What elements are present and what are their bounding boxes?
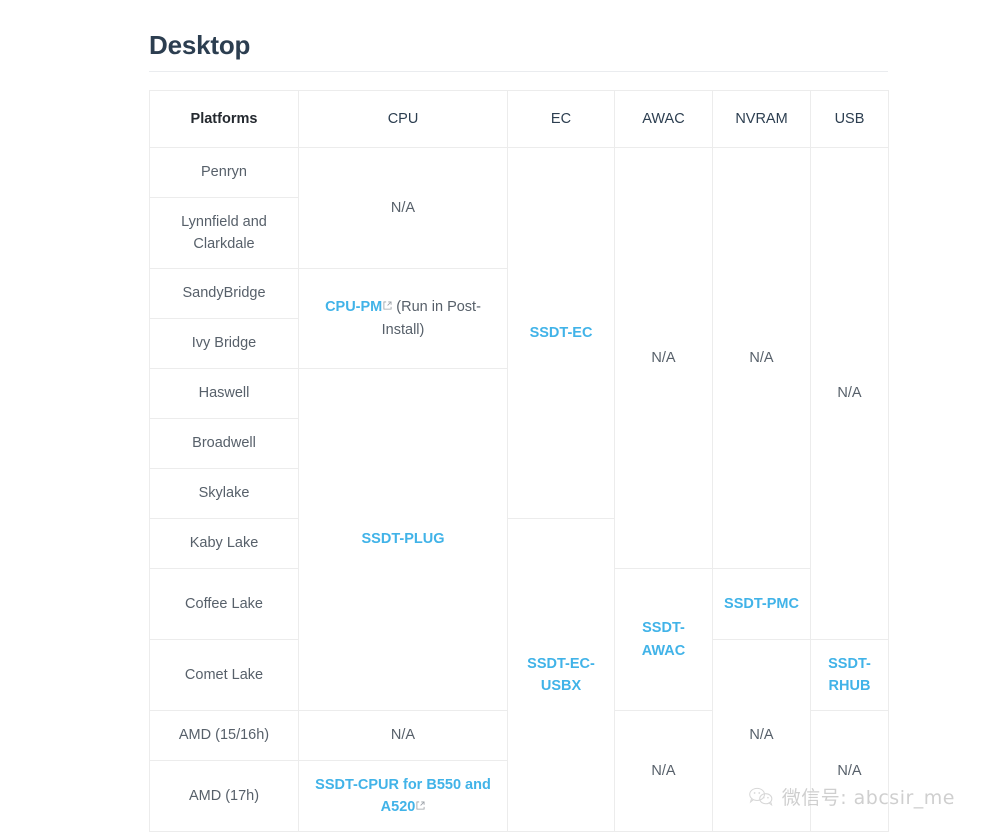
usb-cell-ssdt-rhub: SSDT-RHUB — [810, 639, 889, 712]
platform-name-lynnfield-clarkdale: Lynnfield and Clarkdale — [149, 197, 299, 270]
column-header-ec: EC — [507, 90, 615, 149]
cpu-cell-na-amd15: N/A — [298, 710, 508, 762]
page-content: Desktop Platforms CPU EC AWAC NVRAM USB — [149, 0, 889, 832]
link-ssdt-pmc[interactable]: SSDT-PMC — [724, 596, 799, 612]
cpu-pm-note: (Run in Post-Install) — [381, 299, 481, 338]
ec-cell-ssdt-ec: SSDT-EC — [507, 147, 615, 520]
link-cpu-pm[interactable]: CPU-PM — [325, 299, 382, 315]
awac-cell-na-top: N/A — [614, 147, 713, 570]
column-header-cpu: CPU — [298, 90, 508, 149]
platform-name-broadwell: Broadwell — [149, 418, 299, 470]
link-ssdt-awac[interactable]: SSDT-AWAC — [642, 620, 686, 658]
cpu-cell-cpu-pm: CPU-PM (Run in Post-Install) — [298, 268, 508, 370]
platform-support-table: Platforms CPU EC AWAC NVRAM USB Penryn N… — [149, 90, 889, 832]
platform-name-sandybridge: SandyBridge — [149, 268, 299, 320]
nvram-cell-ssdt-pmc: SSDT-PMC — [712, 568, 811, 641]
awac-cell-na-bottom: N/A — [614, 710, 713, 832]
platform-name-amd-17h: AMD (17h) — [149, 760, 299, 832]
external-link-icon — [416, 801, 425, 810]
usb-cell-na-bottom: N/A — [810, 710, 889, 832]
ec-cell-ssdt-ec-usbx: SSDT-EC-USBX — [507, 518, 615, 832]
platform-name-skylake: Skylake — [149, 468, 299, 520]
external-link-icon — [383, 301, 392, 310]
table-header: Platforms CPU EC AWAC NVRAM USB — [149, 90, 889, 149]
nvram-cell-na-top: N/A — [712, 147, 811, 570]
link-ssdt-ec-usbx[interactable]: SSDT-EC-USBX — [527, 656, 595, 694]
table-header-row: Platforms CPU EC AWAC NVRAM USB — [149, 90, 889, 149]
platform-name-penryn: Penryn — [149, 147, 299, 199]
cpu-cell-ssdt-plug: SSDT-PLUG — [298, 368, 508, 712]
column-header-awac: AWAC — [614, 90, 713, 149]
awac-cell-ssdt-awac: SSDT-AWAC — [614, 568, 713, 712]
platform-name-coffee-lake: Coffee Lake — [149, 568, 299, 641]
cpu-cell-ssdt-cpur: SSDT-CPUR for B550 and A520 — [298, 760, 508, 832]
link-ssdt-cpur[interactable]: SSDT-CPUR for B550 and A520 — [315, 777, 491, 815]
nvram-cell-na-bottom: N/A — [712, 639, 811, 832]
platform-name-amd-15-16h: AMD (15/16h) — [149, 710, 299, 762]
platform-name-ivy-bridge: Ivy Bridge — [149, 318, 299, 370]
link-ssdt-plug[interactable]: SSDT-PLUG — [362, 531, 445, 547]
title-divider — [149, 71, 888, 73]
column-header-platforms: Platforms — [149, 90, 299, 149]
column-header-usb: USB — [810, 90, 889, 149]
link-ssdt-ec[interactable]: SSDT-EC — [530, 325, 593, 341]
cpu-cell-na-legacy: N/A — [298, 147, 508, 270]
usb-cell-na-top: N/A — [810, 147, 889, 641]
table-row: Penryn N/A SSDT-EC N/A N/A N/A — [149, 147, 889, 641]
column-header-nvram: NVRAM — [712, 90, 811, 149]
table-body: Penryn N/A SSDT-EC N/A N/A N/A Lynnfield… — [149, 147, 889, 832]
page-title: Desktop — [149, 30, 251, 60]
platform-name-comet-lake: Comet Lake — [149, 639, 299, 712]
platform-name-kaby-lake: Kaby Lake — [149, 518, 299, 570]
link-ssdt-rhub[interactable]: SSDT-RHUB — [828, 656, 871, 694]
platform-name-haswell: Haswell — [149, 368, 299, 420]
